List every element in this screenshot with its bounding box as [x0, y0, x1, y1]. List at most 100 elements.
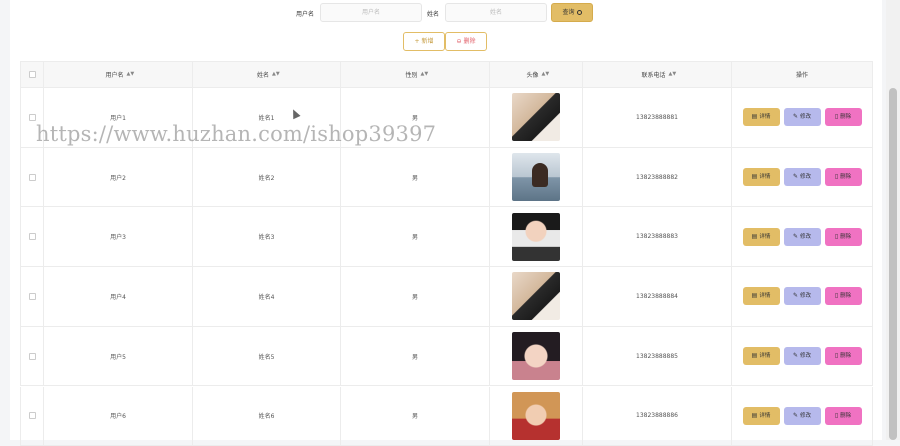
name-input[interactable]: 姓名: [445, 3, 547, 22]
edit-button[interactable]: ✎修改: [784, 108, 821, 126]
delete-button[interactable]: ▯删除: [825, 108, 862, 126]
cell-username: 用户2: [43, 148, 192, 207]
cell-phone: 13823888885: [582, 327, 731, 386]
header-username[interactable]: 用户名▲▼: [43, 62, 192, 87]
row-select[interactable]: [20, 387, 43, 446]
table-row: 用户6姓名6男13823888886▤详情✎修改▯删除: [20, 387, 873, 446]
table-row: 用户5姓名5男13823888885▤详情✎修改▯删除: [20, 327, 873, 387]
sort-icon: ▲▼: [542, 73, 546, 76]
cell-phone: 13823888883: [582, 207, 731, 266]
row-select[interactable]: [20, 327, 43, 386]
document-icon: ▤: [752, 407, 758, 425]
cell-phone: 13823888881: [582, 88, 731, 147]
table-row: 用户2姓名2男13823888882▤详情✎修改▯删除: [20, 148, 873, 208]
avatar[interactable]: [512, 213, 560, 261]
query-button[interactable]: 查询: [551, 3, 593, 22]
avatar[interactable]: [512, 153, 560, 201]
edit-button[interactable]: ✎修改: [784, 228, 821, 246]
cell-name: 姓名5: [192, 327, 340, 386]
detail-button[interactable]: ▤详情: [743, 108, 780, 126]
trash-icon: ▯: [835, 108, 838, 126]
detail-button[interactable]: ▤详情: [743, 407, 780, 425]
table-header: 用户名▲▼ 姓名▲▼ 性别▲▼ 头像▲▼ 联系电话▲▼ 操作: [20, 61, 873, 88]
select-all-checkbox[interactable]: [29, 71, 36, 78]
trash-icon: ▯: [835, 168, 838, 186]
cell-avatar: [489, 267, 582, 326]
row-checkbox[interactable]: [29, 114, 36, 121]
scrollbar-thumb[interactable]: [889, 88, 897, 440]
pencil-icon: ✎: [793, 347, 798, 365]
sort-icon: ▲▼: [669, 73, 673, 76]
trash-icon: ▯: [835, 347, 838, 365]
header-phone[interactable]: 联系电话▲▼: [582, 62, 731, 87]
vertical-scrollbar[interactable]: [886, 0, 900, 440]
header-gender[interactable]: 性别▲▼: [340, 62, 489, 87]
cell-name: 姓名4: [192, 267, 340, 326]
cell-username: 用户4: [43, 267, 192, 326]
pencil-icon: ✎: [793, 108, 798, 126]
search-bar: 用户名 用户名 姓名 姓名 查询: [10, 3, 882, 23]
header-avatar[interactable]: 头像▲▼: [489, 62, 582, 87]
cell-gender: 男: [340, 387, 489, 446]
detail-button[interactable]: ▤详情: [743, 228, 780, 246]
search-icon: [577, 10, 582, 15]
cell-name: 姓名6: [192, 387, 340, 446]
cell-name: 姓名2: [192, 148, 340, 207]
batch-delete-button[interactable]: ⊖ 删除: [445, 32, 487, 51]
row-select[interactable]: [20, 148, 43, 207]
row-checkbox[interactable]: [29, 353, 36, 360]
cell-gender: 男: [340, 207, 489, 266]
table-row: 用户3姓名3男13823888883▤详情✎修改▯删除: [20, 207, 873, 267]
trash-icon: ▯: [835, 287, 838, 305]
header-name[interactable]: 姓名▲▼: [192, 62, 340, 87]
document-icon: ▤: [752, 108, 758, 126]
row-checkbox[interactable]: [29, 233, 36, 240]
sort-icon: ▲▼: [127, 73, 131, 76]
avatar[interactable]: [512, 272, 560, 320]
cell-username: 用户5: [43, 327, 192, 386]
cell-phone: 13823888882: [582, 148, 731, 207]
cell-username: 用户6: [43, 387, 192, 446]
cell-ops: ▤详情✎修改▯删除: [731, 327, 873, 386]
row-checkbox[interactable]: [29, 412, 36, 419]
delete-button[interactable]: ▯删除: [825, 407, 862, 425]
detail-button[interactable]: ▤详情: [743, 287, 780, 305]
add-button[interactable]: + 新增: [403, 32, 445, 51]
cell-avatar: [489, 88, 582, 147]
edit-button[interactable]: ✎修改: [784, 407, 821, 425]
cell-phone: 13823888884: [582, 267, 731, 326]
cell-ops: ▤详情✎修改▯删除: [731, 148, 873, 207]
cell-ops: ▤详情✎修改▯删除: [731, 207, 873, 266]
header-select-all[interactable]: [20, 62, 43, 87]
cell-gender: 男: [340, 267, 489, 326]
delete-button[interactable]: ▯删除: [825, 168, 862, 186]
row-select[interactable]: [20, 267, 43, 326]
edit-button[interactable]: ✎修改: [784, 347, 821, 365]
cell-gender: 男: [340, 148, 489, 207]
cell-ops: ▤详情✎修改▯删除: [731, 387, 873, 446]
row-select[interactable]: [20, 207, 43, 266]
document-icon: ▤: [752, 228, 758, 246]
watermark: https://www.huzhan.com/ishop39397: [36, 122, 436, 146]
row-checkbox[interactable]: [29, 293, 36, 300]
pencil-icon: ✎: [793, 287, 798, 305]
avatar[interactable]: [512, 392, 560, 440]
row-checkbox[interactable]: [29, 174, 36, 181]
delete-button[interactable]: ▯删除: [825, 228, 862, 246]
username-input[interactable]: 用户名: [320, 3, 422, 22]
cell-phone: 13823888886: [582, 387, 731, 446]
avatar[interactable]: [512, 332, 560, 380]
cell-avatar: [489, 327, 582, 386]
header-ops: 操作: [731, 62, 873, 87]
delete-button[interactable]: ▯删除: [825, 287, 862, 305]
username-label: 用户名: [296, 9, 314, 18]
delete-button[interactable]: ▯删除: [825, 347, 862, 365]
detail-button[interactable]: ▤详情: [743, 168, 780, 186]
cell-name: 姓名3: [192, 207, 340, 266]
main-card: 用户名 用户名 姓名 姓名 查询 + 新增 ⊖ 删除 用户名▲▼ 姓名▲▼ 性别…: [10, 0, 882, 440]
edit-button[interactable]: ✎修改: [784, 287, 821, 305]
table-row: 用户4姓名4男 13823888884 ▤详情✎修改▯删除: [20, 267, 873, 327]
avatar[interactable]: [512, 93, 560, 141]
edit-button[interactable]: ✎修改: [784, 168, 821, 186]
detail-button[interactable]: ▤详情: [743, 347, 780, 365]
